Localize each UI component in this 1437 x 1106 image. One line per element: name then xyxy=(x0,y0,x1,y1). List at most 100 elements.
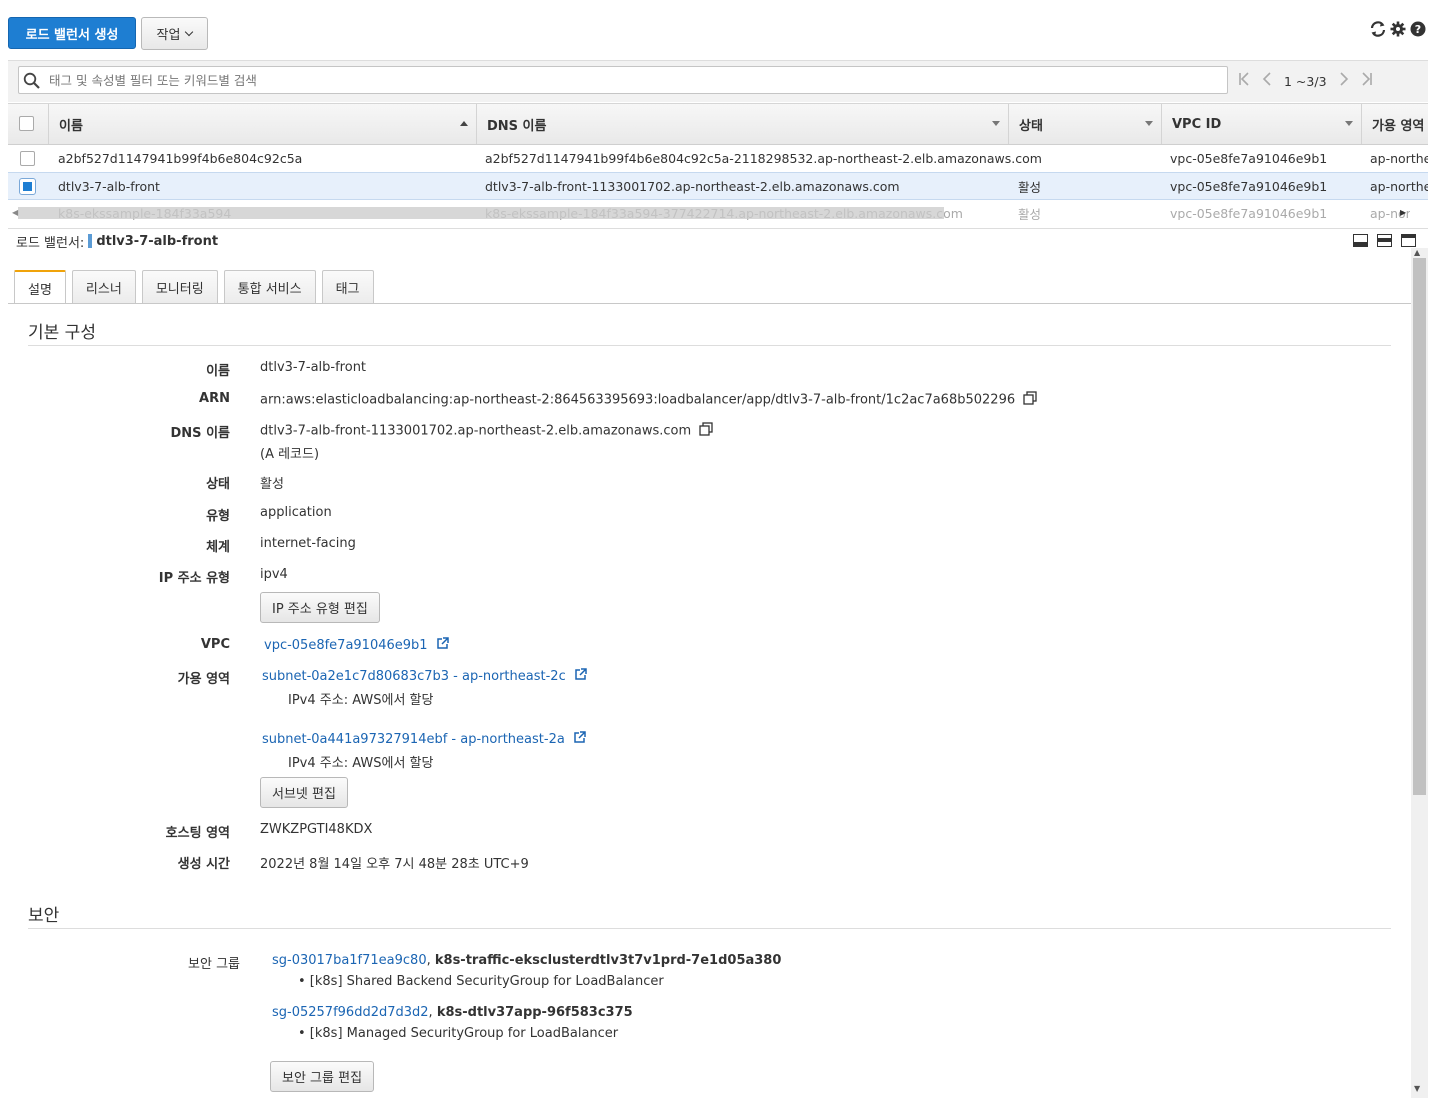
label-az: 가용 영역 xyxy=(177,672,230,687)
value-dns-row: dtlv3-7-alb-front-1133001702.ap-northeas… xyxy=(260,422,713,440)
detail-header-label: 로드 밸런서: xyxy=(16,235,85,251)
separator: , xyxy=(426,953,435,968)
panel-bottom-icon[interactable] xyxy=(1353,234,1368,247)
detail-header: 로드 밸런서: dtlv3-7-alb-front xyxy=(16,232,218,251)
row-checkbox[interactable] xyxy=(20,151,35,166)
first-page-icon[interactable] xyxy=(1238,72,1250,90)
section-divider xyxy=(28,345,1391,346)
cell-az: ap-northeast xyxy=(1370,179,1428,194)
value-vpc-row: vpc-05e8fe7a91046e9b1 xyxy=(264,637,449,654)
gear-icon[interactable] xyxy=(1389,20,1407,38)
separator: , xyxy=(428,1005,437,1020)
sg2-description: • [k8s] Managed SecurityGroup for LoadBa… xyxy=(298,1026,619,1041)
label-name: 이름 xyxy=(206,364,230,379)
label-state: 상태 xyxy=(206,477,230,492)
cell-vpc: vpc-05e8fe7a91046e9b1 xyxy=(1170,206,1328,220)
next-page-icon[interactable] xyxy=(1339,72,1349,90)
panel-split-icon[interactable] xyxy=(1377,234,1392,247)
value-created: 2022년 8월 14일 오후 7시 48분 28초 UTC+9 xyxy=(260,857,529,872)
vertical-scrollbar-thumb[interactable] xyxy=(1413,258,1426,795)
table-row[interactable]: a2bf527d1147941b99f4b6e804c92c5a a2bf527… xyxy=(8,145,1428,173)
pagination: 1 ~3/3 xyxy=(1238,70,1373,92)
refresh-icon[interactable] xyxy=(1369,20,1387,38)
section-title-basic: 기본 구성 xyxy=(28,323,96,343)
section-divider xyxy=(28,928,1391,929)
value-dns: dtlv3-7-alb-front-1133001702.ap-northeas… xyxy=(260,423,692,439)
subnet-link[interactable]: subnet-0a2e1c7d80683c7b3 - ap-northeast-… xyxy=(262,669,566,684)
vpc-link[interactable]: vpc-05e8fe7a91046e9b1 xyxy=(264,638,428,653)
cell-state: 활성 xyxy=(1018,180,1042,195)
prev-page-icon[interactable] xyxy=(1262,72,1272,90)
subnet2-row: subnet-0a441a97327914ebf - ap-northeast-… xyxy=(262,731,586,748)
sort-asc-icon xyxy=(460,121,468,126)
horizontal-scrollbar-thumb[interactable] xyxy=(18,207,944,219)
external-link-icon[interactable] xyxy=(436,637,449,654)
edit-subnets-button[interactable]: 서브넷 편집 xyxy=(260,777,348,808)
value-name: dtlv3-7-alb-front xyxy=(260,360,367,375)
search-box[interactable] xyxy=(18,66,1228,94)
value-arn-row: arn:aws:elasticloadbalancing:ap-northeas… xyxy=(260,391,1037,409)
value-dns-note: (A 레코드) xyxy=(260,447,320,462)
label-ip-type: IP 주소 유형 xyxy=(158,571,230,586)
security-group-link[interactable]: sg-05257f96dd2d7d3d2 xyxy=(272,1005,429,1020)
last-page-icon[interactable] xyxy=(1361,72,1373,90)
copy-icon[interactable] xyxy=(1023,391,1037,409)
edit-ip-type-button[interactable]: IP 주소 유형 편집 xyxy=(260,592,380,623)
table-header: 이름 DNS 이름 상태 VPC ID 가용 영역 xyxy=(8,103,1428,145)
sg2-row: sg-05257f96dd2d7d3d2, k8s-dtlv37app-96f5… xyxy=(272,1005,633,1020)
security-group-name: k8s-traffic-eksclusterdtlv3t7v1prd-7e1d0… xyxy=(434,953,782,968)
panel-splitter[interactable] xyxy=(8,222,1428,229)
security-group-link[interactable]: sg-03017ba1f71ea9c80 xyxy=(272,953,427,968)
chevron-down-icon xyxy=(185,27,194,36)
cell-state: 활성 xyxy=(1018,207,1042,220)
column-header-name[interactable]: 이름 xyxy=(48,104,476,144)
row-checkbox[interactable] xyxy=(19,178,36,195)
column-header-vpc[interactable]: VPC ID xyxy=(1161,104,1361,144)
tab-divider xyxy=(8,303,1411,304)
column-header-state[interactable]: 상태 xyxy=(1008,104,1161,144)
edit-security-groups-button[interactable]: 보안 그룹 편집 xyxy=(270,1061,375,1092)
value-ip-type: ipv4 xyxy=(260,567,288,582)
tab-monitoring[interactable]: 모니터링 xyxy=(141,270,218,303)
column-header-dns[interactable]: DNS 이름 xyxy=(476,104,1008,144)
value-hosted-zone: ZWKZPGTI48KDX xyxy=(260,822,373,837)
value-state: 활성 xyxy=(260,477,284,492)
panel-full-icon[interactable] xyxy=(1401,234,1416,247)
tab-integrated-services[interactable]: 통합 서비스 xyxy=(223,270,316,303)
sort-icon xyxy=(1345,121,1353,126)
external-link-icon[interactable] xyxy=(574,668,587,685)
subnet1-row: subnet-0a2e1c7d80683c7b3 - ap-northeast-… xyxy=(262,668,587,685)
scroll-left-icon[interactable]: ◀ xyxy=(12,208,18,217)
label-vpc: VPC xyxy=(200,637,230,652)
scroll-down-icon[interactable]: ▼ xyxy=(1414,1084,1420,1093)
tab-description[interactable]: 설명 xyxy=(14,270,66,304)
create-load-balancer-button[interactable]: 로드 밸런서 생성 xyxy=(8,17,136,49)
tab-tags[interactable]: 태그 xyxy=(321,270,374,303)
cell-vpc: vpc-05e8fe7a91046e9b1 xyxy=(1170,151,1328,166)
cell-name: a2bf527d1147941b99f4b6e804c92c5a xyxy=(58,151,303,166)
cell-az: ap-northeast xyxy=(1370,151,1428,166)
detail-tabs: 설명 리스너 모니터링 통합 서비스 태그 xyxy=(14,270,374,304)
cell-dns: a2bf527d1147941b99f4b6e804c92c5a-2118298… xyxy=(485,151,1042,166)
help-icon[interactable]: ? xyxy=(1409,20,1427,38)
value-scheme: internet-facing xyxy=(260,536,356,551)
tab-listeners[interactable]: 리스너 xyxy=(71,270,136,303)
search-input[interactable] xyxy=(49,70,1219,90)
actions-dropdown[interactable]: 작업 xyxy=(141,17,208,50)
svg-text:?: ? xyxy=(1415,23,1421,36)
search-icon xyxy=(23,72,41,94)
external-link-icon[interactable] xyxy=(573,731,586,748)
sort-icon xyxy=(1145,121,1153,126)
scroll-right-icon[interactable]: ▶ xyxy=(1400,208,1406,217)
value-type: application xyxy=(260,505,332,520)
cell-vpc: vpc-05e8fe7a91046e9b1 xyxy=(1170,179,1328,194)
scroll-up-icon[interactable]: ▲ xyxy=(1414,248,1420,257)
label-arn: ARN xyxy=(199,391,230,406)
column-header-az[interactable]: 가용 영역 xyxy=(1361,104,1428,144)
subnet-link[interactable]: subnet-0a441a97327914ebf - ap-northeast-… xyxy=(262,732,565,747)
label-scheme: 체계 xyxy=(206,540,230,555)
label-security-groups: 보안 그룹 xyxy=(188,957,240,972)
select-all-checkbox[interactable] xyxy=(19,116,34,131)
copy-icon[interactable] xyxy=(699,422,713,440)
table-row-selected[interactable]: dtlv3-7-alb-front dtlv3-7-alb-front-1133… xyxy=(8,172,1428,200)
